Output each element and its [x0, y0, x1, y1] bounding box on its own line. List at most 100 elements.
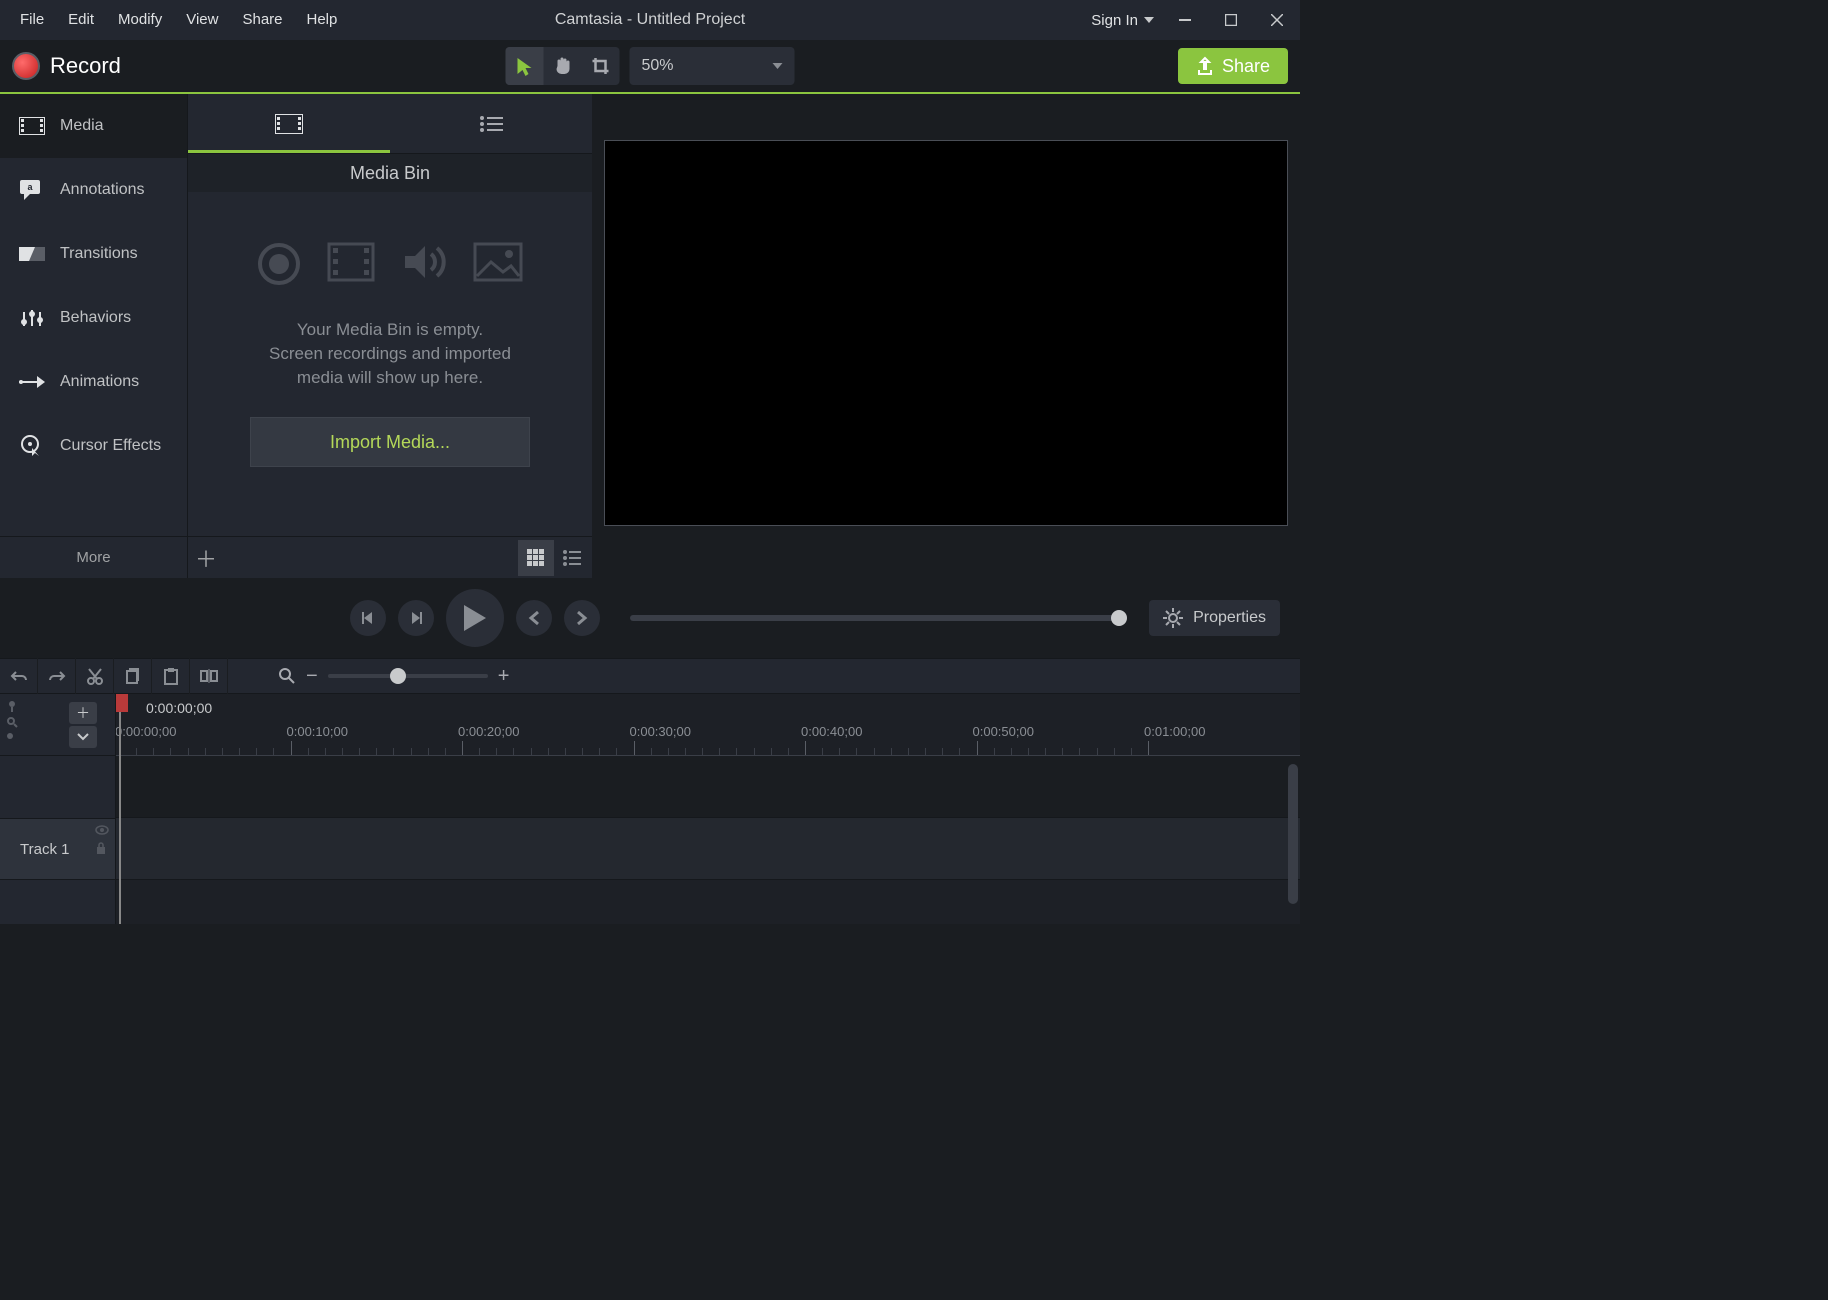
import-media-button[interactable]: Import Media... [250, 417, 530, 467]
magnifier-icon[interactable] [6, 716, 18, 728]
split-button[interactable] [190, 658, 228, 694]
redo-button[interactable] [38, 658, 76, 694]
sidebar-item-label: Transitions [60, 245, 138, 263]
maximize-button[interactable] [1208, 0, 1254, 40]
timeline-zoom-slider[interactable] [328, 674, 488, 678]
list-view-button[interactable] [554, 540, 590, 576]
add-track-button[interactable]: ＋ [69, 702, 97, 724]
add-media-button[interactable]: ＋ [188, 537, 224, 579]
menu-modify[interactable]: Modify [106, 0, 174, 40]
crop-tool-button[interactable] [582, 47, 620, 85]
film-icon [275, 114, 303, 134]
close-button[interactable] [1254, 0, 1300, 40]
bin-empty-line: Screen recordings and imported [269, 342, 511, 366]
gear-icon [1163, 608, 1183, 628]
list-icon [563, 550, 581, 566]
grid-icon [527, 549, 545, 567]
canvas-zoom-select[interactable]: 50% [630, 47, 795, 85]
sidebar-item-media[interactable]: Media [0, 94, 187, 158]
grid-view-button[interactable] [518, 540, 554, 576]
expand-tracks-button[interactable] [69, 726, 97, 748]
chevron-down-icon [1144, 17, 1154, 23]
transition-icon [18, 243, 46, 265]
sidebar-item-label: Cursor Effects [60, 437, 161, 455]
record-icon [12, 52, 40, 80]
preview-canvas[interactable] [604, 140, 1288, 526]
play-button[interactable] [446, 589, 504, 647]
edit-toolbar: − + [0, 658, 1300, 694]
copy-button[interactable] [114, 658, 152, 694]
signin-button[interactable]: Sign In [1083, 12, 1162, 29]
timeline-track-headers: ＋ Track 1 [0, 694, 116, 924]
film-icon [327, 242, 375, 282]
menu-view[interactable]: View [174, 0, 230, 40]
select-tool-button[interactable] [506, 47, 544, 85]
cut-button[interactable] [76, 658, 114, 694]
sidebar-item-annotations[interactable]: a Annotations [0, 158, 187, 222]
ruler-label: 0:00:00;00 [116, 724, 176, 739]
timeline-tracks[interactable]: 0:00:00;00 0:00:00;000:00:10;000:00:20;0… [116, 694, 1300, 924]
timeline-ruler[interactable]: 0:00:00;000:00:10;000:00:20;000:00:30;00… [116, 694, 1300, 756]
magnifier-icon [278, 667, 296, 685]
ruler-label: 0:00:40;00 [801, 724, 862, 739]
category-sidebar: Media a Annotations Transitions Behavior… [0, 94, 188, 578]
pin-icon[interactable] [6, 700, 18, 712]
zoom-out-button[interactable]: − [306, 665, 318, 688]
menu-share[interactable]: Share [230, 0, 294, 40]
track-lane[interactable] [116, 818, 1300, 880]
minimize-button[interactable] [1162, 0, 1208, 40]
zoom-in-button[interactable]: + [498, 665, 510, 688]
sliders-icon [18, 307, 46, 329]
zoom-value: 50% [642, 57, 674, 75]
chevron-down-icon [773, 63, 783, 69]
menu-edit[interactable]: Edit [56, 0, 106, 40]
paste-icon [163, 667, 179, 685]
signin-label: Sign In [1091, 12, 1138, 29]
menu-help[interactable]: Help [295, 0, 350, 40]
bin-empty-icons [257, 242, 523, 286]
bin-tab-clips[interactable] [188, 94, 390, 153]
playhead[interactable] [119, 694, 121, 924]
bin-empty-line: media will show up here. [269, 366, 511, 390]
tool-row: Record 50% Share [0, 40, 1300, 94]
pan-tool-button[interactable] [544, 47, 582, 85]
sidebar-item-behaviors[interactable]: Behaviors [0, 286, 187, 350]
step-back-button[interactable] [350, 600, 386, 636]
upload-icon [1196, 56, 1214, 76]
step-forward-button[interactable] [398, 600, 434, 636]
menu-file[interactable]: File [8, 0, 56, 40]
sidebar-item-transitions[interactable]: Transitions [0, 222, 187, 286]
bin-tab-library[interactable] [390, 94, 592, 153]
seek-slider[interactable] [630, 615, 1119, 621]
zoom-thumb[interactable] [390, 668, 406, 684]
sidebar-item-animations[interactable]: Animations [0, 350, 187, 414]
lock-icon[interactable] [95, 841, 107, 855]
next-clip-button[interactable] [564, 600, 600, 636]
eye-icon[interactable] [95, 825, 109, 835]
track-header[interactable]: Track 1 [0, 818, 115, 880]
record-button[interactable]: Record [12, 52, 121, 80]
arrow-right-icon [18, 371, 46, 393]
image-icon [473, 242, 523, 282]
scissors-icon [86, 667, 104, 685]
timeline-scrollbar[interactable] [1288, 764, 1298, 904]
list-icon [479, 115, 503, 133]
ruler-label: 0:00:10;00 [287, 724, 348, 739]
paste-button[interactable] [152, 658, 190, 694]
chevron-right-icon [576, 610, 588, 626]
playhead-handle-icon[interactable] [116, 694, 128, 712]
dot-icon[interactable] [6, 732, 18, 740]
cursor-icon [516, 56, 534, 76]
seek-thumb[interactable] [1111, 610, 1127, 626]
properties-button[interactable]: Properties [1149, 600, 1280, 636]
share-button[interactable]: Share [1178, 48, 1288, 84]
annotation-icon: a [18, 179, 46, 201]
sidebar-item-label: Animations [60, 373, 139, 391]
sidebar-item-cursor-effects[interactable]: Cursor Effects [0, 414, 187, 478]
prev-clip-button[interactable] [516, 600, 552, 636]
sidebar-more-button[interactable]: More [0, 536, 187, 578]
sidebar-item-label: Behaviors [60, 309, 131, 327]
undo-button[interactable] [0, 658, 38, 694]
track-name: Track 1 [20, 841, 69, 858]
ruler-label: 0:01:00;00 [1144, 724, 1205, 739]
